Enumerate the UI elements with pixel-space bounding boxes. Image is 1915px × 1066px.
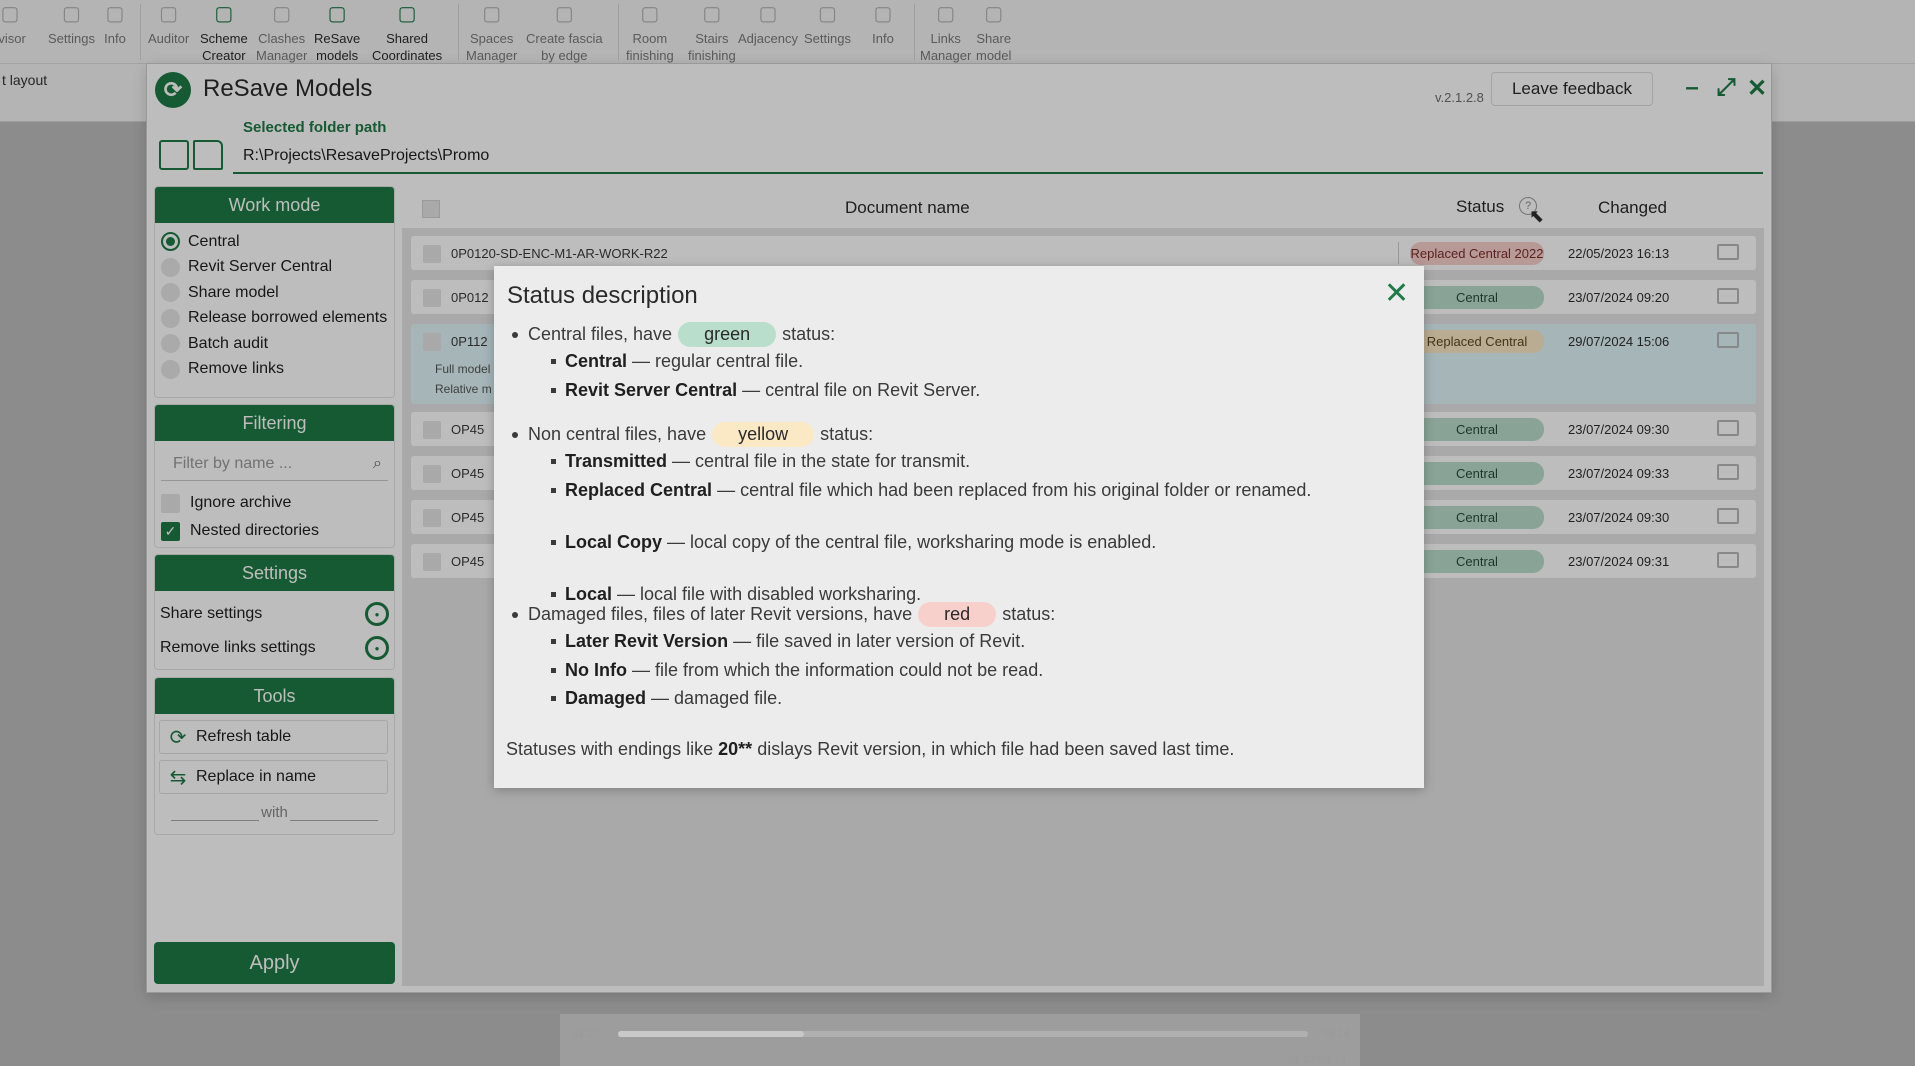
video-total-time: 06:14: [1322, 1028, 1350, 1040]
status-definition: Later Revit Version — file saved in late…: [551, 630, 1385, 653]
status-term-description: — central file which had been replaced f…: [717, 479, 1312, 500]
status-term: Damaged: [565, 688, 647, 708]
footer-before: Statuses with endings like: [506, 739, 714, 759]
status-term: Central: [565, 351, 628, 371]
central-intro: Central files, have: [528, 324, 673, 344]
status-term-description: — local file with disabled worksharing.: [617, 583, 922, 604]
video-clock: 01:27/06:14: [1288, 1054, 1347, 1066]
status-definition: Central — regular central file.: [551, 350, 1385, 373]
footer-after: dislays Revit version, in which file had…: [757, 739, 1235, 759]
footer-bold: 20**: [718, 739, 753, 759]
damaged-intro: Damaged files, files of later Revit vers…: [528, 604, 913, 624]
status-term: Transmitted: [565, 451, 668, 471]
damaged-group: Damaged files, files of later Revit vers…: [512, 602, 1055, 627]
noncentral-intro: Non central files, have: [528, 424, 707, 444]
dialog-title: Status description: [507, 282, 698, 309]
status-definition: Replaced Central — central file which ha…: [551, 479, 1385, 502]
status-definition: Damaged — damaged file.: [551, 687, 1385, 710]
bullet-icon: [512, 331, 518, 338]
status-term: Local: [565, 583, 613, 604]
status-term-description: — local copy of the central file, worksh…: [667, 531, 1157, 552]
status-term-description: — damaged file.: [651, 688, 783, 708]
status-term: Replaced Central: [565, 479, 713, 500]
status-term-description: — central file in the state for transmit…: [672, 451, 971, 471]
status-definition: Local Copy — local copy of the central f…: [551, 531, 1385, 554]
status-term-description: — regular central file.: [632, 351, 804, 371]
video-progress-fill: [618, 1031, 805, 1037]
video-controls: 01:27 06:14 01:27/06:14: [560, 1014, 1360, 1066]
status-term: Later Revit Version: [565, 631, 729, 651]
central-group: Central files, have green status:: [512, 322, 835, 347]
noncentral-group: Non central files, have yellow status:: [512, 422, 873, 447]
noncentral-suffix: status:: [820, 424, 874, 444]
video-current-time: 01:27: [572, 1028, 600, 1040]
status-term-description: — file saved in later version of Revit.: [733, 631, 1026, 651]
dialog-footer-note: Statuses with endings like 20** dislays …: [506, 739, 1234, 760]
mouse-cursor-icon: ⬉: [1529, 206, 1545, 226]
video-progress-bar[interactable]: [618, 1031, 1308, 1037]
green-pill: green: [678, 322, 777, 347]
bullet-icon: [512, 611, 518, 618]
status-term: No Info: [565, 659, 627, 680]
yellow-pill: yellow: [712, 422, 815, 447]
bullet-icon: [512, 431, 518, 438]
status-description-dialog: Status description ✕ Central files, have…: [494, 266, 1424, 788]
central-suffix: status:: [782, 324, 836, 344]
status-definition: No Info — file from which the informatio…: [551, 659, 1385, 682]
damaged-suffix: status:: [1002, 604, 1056, 624]
status-term: Revit Server Central: [565, 379, 738, 400]
status-term-description: — file from which the information could …: [632, 659, 1044, 680]
status-term-description: — central file on Revit Server.: [742, 379, 981, 400]
close-icon[interactable]: ✕: [1384, 279, 1409, 309]
red-pill: red: [918, 602, 997, 627]
status-definition: Revit Server Central — central file on R…: [551, 379, 1385, 402]
status-definition: Transmitted — central file in the state …: [551, 450, 1385, 473]
status-term: Local Copy: [565, 531, 663, 552]
